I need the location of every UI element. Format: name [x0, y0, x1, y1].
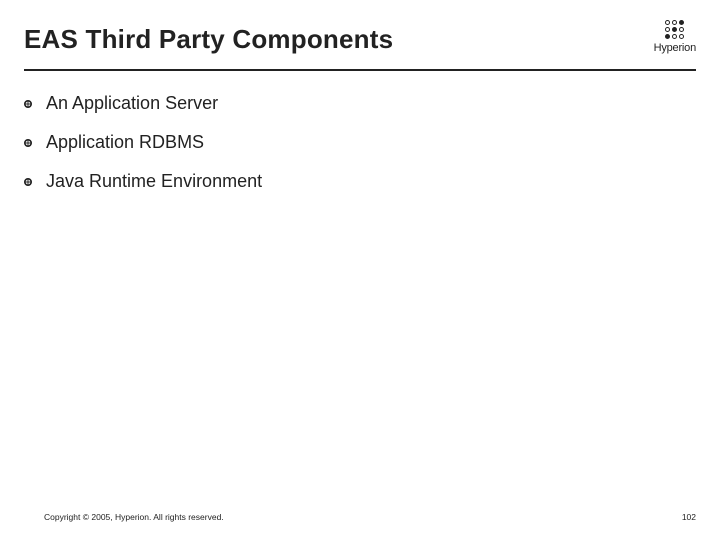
bullet-text: An Application Server	[46, 93, 218, 114]
page-title: EAS Third Party Components	[24, 24, 393, 55]
slide-content: An Application Server Application RDBMS …	[0, 71, 720, 192]
hyperion-logo: Hyperion	[654, 20, 696, 54]
list-item: An Application Server	[24, 93, 696, 114]
bullet-text: Application RDBMS	[46, 132, 204, 153]
list-item: Application RDBMS	[24, 132, 696, 153]
logo-dots-icon	[665, 20, 684, 39]
list-item: Java Runtime Environment	[24, 171, 696, 192]
copyright-text: Copyright © 2005, Hyperion. All rights r…	[44, 512, 224, 522]
slide-header: EAS Third Party Components Hyperion	[0, 0, 720, 55]
bullet-icon	[24, 100, 32, 108]
logo-text: Hyperion	[654, 42, 696, 54]
bullet-icon	[24, 178, 32, 186]
page-number: 102	[682, 512, 696, 522]
bullet-icon	[24, 139, 32, 147]
slide-footer: Copyright © 2005, Hyperion. All rights r…	[0, 512, 720, 522]
bullet-text: Java Runtime Environment	[46, 171, 262, 192]
